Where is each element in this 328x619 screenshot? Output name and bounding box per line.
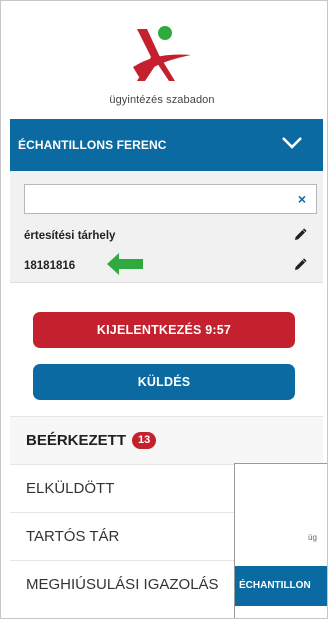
account-id: 18181816: [24, 260, 76, 272]
thumbnail-tagline: üg: [308, 533, 317, 542]
nav-item-inbox[interactable]: BEÉRKEZETT 13: [10, 416, 323, 464]
chevron-down-icon: [282, 137, 302, 149]
user-menu-toggle[interactable]: ÉCHANTILLONS FERENC: [10, 119, 323, 171]
edit-storage-pencil-icon[interactable]: [293, 228, 307, 242]
storage-label: értesítési tárhely: [24, 230, 116, 242]
brand-mark-icon: [133, 26, 191, 81]
app-frame: ügyintézés szabadon ÉCHANTILLONS FERENC …: [0, 0, 328, 619]
nav-item-label: ELKÜLDÖTT: [26, 480, 115, 497]
account-panel: × értesítési tárhely 18181816: [10, 171, 323, 283]
search-input[interactable]: ×: [24, 184, 317, 214]
brand-logo: ügyintézés szabadon: [1, 1, 323, 119]
user-name: ÉCHANTILLONS FERENC: [18, 138, 167, 152]
brand-tagline: ügyintézés szabadon: [109, 94, 215, 106]
logout-button[interactable]: KIJELENTKEZÉS 9:57: [33, 312, 295, 348]
nav-item-label: BEÉRKEZETT: [26, 432, 127, 449]
nav-item-label: TARTÓS TÁR: [26, 528, 120, 545]
clear-search-icon[interactable]: ×: [298, 191, 306, 207]
edit-id-pencil-icon[interactable]: [293, 258, 307, 272]
unread-count-badge: 13: [132, 432, 157, 449]
nav-item-label: MEGHIÚSULÁSI IGAZOLÁS: [26, 576, 219, 593]
send-button[interactable]: KÜLDÉS: [33, 364, 295, 400]
thumbnail-userbar: ÉCHANTILLON: [235, 566, 327, 606]
green-arrow-icon: [107, 253, 143, 275]
zoom-thumbnail: üg ÉCHANTILLON: [234, 463, 327, 618]
